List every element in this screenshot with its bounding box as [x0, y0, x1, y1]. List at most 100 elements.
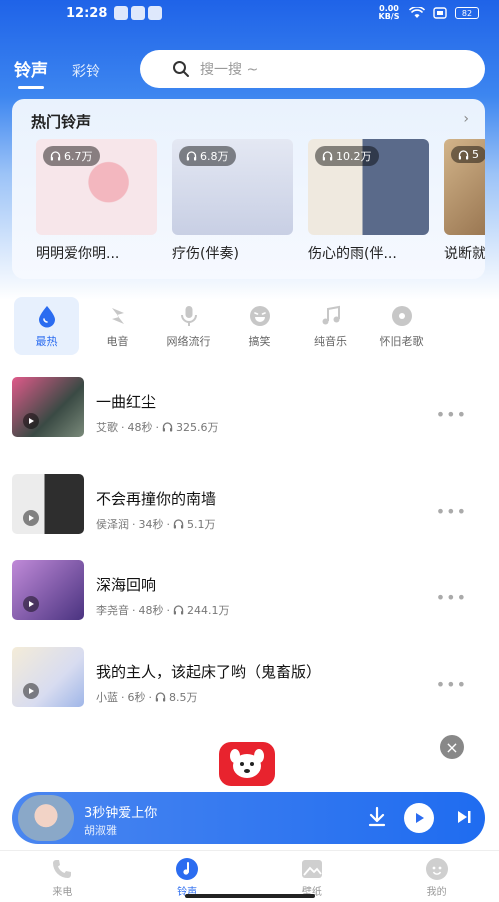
- play-button[interactable]: [404, 803, 434, 833]
- hot-ringtones-list: 6.7万 明明爱你明... 6.8万 疗伤(伴奏) 10.2万 伤心的雨(伴..…: [36, 139, 485, 263]
- ad-dog-logo-icon[interactable]: [219, 742, 275, 786]
- nav-label: 来电: [52, 887, 73, 898]
- play-icon[interactable]: [23, 510, 39, 526]
- play-count-badge: 5: [451, 146, 485, 163]
- song-duration: 48秒: [127, 421, 153, 434]
- status-notification-icons: [114, 6, 162, 20]
- play-icon: [416, 813, 424, 823]
- tab-color-ring[interactable]: 彩铃: [72, 61, 100, 81]
- headphone-icon: [50, 151, 61, 161]
- song-row[interactable]: 深海回响 李尧音 · 48秒 · 244.1万 •••: [0, 560, 499, 622]
- mini-player[interactable]: 3秒钟爱上你 胡淑雅: [12, 792, 485, 844]
- song-meta: 小蓝 · 6秒 · 8.5万: [96, 690, 198, 705]
- hot-ringtone-name: 说断就: [444, 246, 485, 262]
- song-plays: 325.6万: [176, 421, 219, 434]
- laugh-face-icon: [249, 305, 270, 326]
- download-icon[interactable]: [367, 806, 387, 828]
- status-bar: 12:28 0.00 KB/S 82: [0, 0, 499, 30]
- song-artist: 李尧音: [96, 604, 129, 617]
- hot-ringtone-cover: 5: [444, 139, 485, 235]
- top-tabs: 铃声 彩铃: [14, 56, 100, 89]
- hot-ringtone-name: 伤心的雨(伴...: [308, 246, 397, 262]
- play-icon[interactable]: [23, 683, 39, 699]
- song-title: 深海回响: [96, 576, 157, 594]
- headphone-icon: [162, 422, 173, 432]
- wifi-icon: [409, 7, 425, 18]
- song-plays: 8.5万: [169, 691, 198, 704]
- category-hot[interactable]: 最热: [14, 297, 79, 355]
- headphone-icon: [173, 605, 184, 615]
- play-count-badge: 6.8万: [179, 146, 236, 166]
- hot-ringtone-cover: 6.7万: [36, 139, 157, 235]
- search-placeholder: 搜一搜 ~: [200, 62, 259, 78]
- category-label: 搞笑: [248, 334, 271, 348]
- nav-label: 我的: [426, 887, 447, 898]
- song-artist: 侯泽润: [96, 518, 129, 531]
- sim-icon: [433, 7, 447, 19]
- category-label: 网络流行: [166, 334, 211, 348]
- category-funny[interactable]: 搞笑: [227, 297, 292, 355]
- song-meta: 艾歌 · 48秒 · 325.6万: [96, 420, 219, 435]
- chevron-right-icon[interactable]: ›: [463, 111, 469, 127]
- category-internet-pop[interactable]: 网络流行: [156, 297, 221, 355]
- nav-incoming-call[interactable]: 来电: [0, 851, 125, 902]
- battery-icon: 82: [455, 7, 479, 19]
- hot-ringtones-title: 热门铃声: [31, 113, 92, 131]
- search-input[interactable]: 搜一搜 ~: [140, 50, 485, 88]
- hot-ringtone-cover: 10.2万: [308, 139, 429, 235]
- play-count: 5: [472, 148, 479, 161]
- category-label: 电音: [106, 334, 129, 348]
- category-pure-music[interactable]: 纯音乐: [298, 297, 363, 355]
- vinyl-disc-icon: [391, 305, 412, 326]
- drop-icon: [38, 305, 55, 327]
- hot-ringtone-name: 疗伤(伴奏): [172, 246, 239, 262]
- skip-next-icon[interactable]: [455, 808, 473, 826]
- song-row[interactable]: 不会再撞你的南墙 侯泽润 · 34秒 · 5.1万 •••: [0, 474, 499, 536]
- song-row[interactable]: 我的主人，该起床了哟（鬼畜版） 小蓝 · 6秒 · 8.5万 •••: [0, 647, 499, 709]
- headphone-icon: [173, 519, 184, 529]
- hot-ringtones-card: 热门铃声 › 6.7万 明明爱你明... 6.8万 疗伤(伴奏) 10.2万 伤…: [12, 99, 485, 279]
- song-row[interactable]: 一曲红尘 艾歌 · 48秒 · 325.6万 •••: [0, 377, 499, 439]
- play-count: 10.2万: [336, 150, 372, 163]
- more-options-icon[interactable]: •••: [436, 502, 467, 521]
- net-speed: 0.00 KB/S: [378, 4, 400, 21]
- status-right: 0.00 KB/S 82: [377, 5, 479, 21]
- song-meta: 侯泽润 · 34秒 · 5.1万: [96, 517, 216, 532]
- song-title: 我的主人，该起床了哟（鬼畜版）: [96, 663, 322, 681]
- nav-profile[interactable]: 我的: [374, 851, 499, 902]
- song-title: 不会再撞你的南墙: [96, 490, 217, 508]
- more-options-icon[interactable]: •••: [436, 675, 467, 694]
- headphone-icon: [186, 151, 197, 161]
- hot-ringtone-item[interactable]: 5 说断就: [444, 139, 485, 263]
- category-electronic[interactable]: 电音: [85, 297, 150, 355]
- song-artist: 艾歌: [96, 421, 118, 434]
- more-options-icon[interactable]: •••: [436, 405, 467, 424]
- song-cover: [12, 377, 84, 437]
- song-duration: 48秒: [138, 604, 164, 617]
- hot-ringtone-item[interactable]: 10.2万 伤心的雨(伴...: [308, 139, 429, 263]
- player-artist: 胡淑雅: [84, 824, 117, 837]
- play-icon[interactable]: [23, 596, 39, 612]
- home-indicator[interactable]: [185, 894, 315, 898]
- song-cover: [12, 474, 84, 534]
- player-song-title: 3秒钟爱上你: [84, 806, 158, 821]
- category-label: 最热: [35, 334, 58, 348]
- category-oldies[interactable]: 怀旧老歌: [369, 297, 434, 355]
- category-label: 怀旧老歌: [379, 334, 424, 348]
- play-icon[interactable]: [23, 413, 39, 429]
- tab-ringtone[interactable]: 铃声: [14, 56, 48, 89]
- lightning-icon: [111, 307, 124, 324]
- headphone-icon: [322, 151, 333, 161]
- category-label: 纯音乐: [314, 334, 347, 348]
- song-plays: 5.1万: [187, 518, 216, 531]
- song-meta: 李尧音 · 48秒 · 244.1万: [96, 603, 230, 618]
- more-options-icon[interactable]: •••: [436, 588, 467, 607]
- song-plays: 244.1万: [187, 604, 230, 617]
- close-ad-button[interactable]: ×: [440, 735, 464, 759]
- music-note-icon: [176, 858, 199, 880]
- play-count-badge: 10.2万: [315, 146, 379, 166]
- hot-ringtone-item[interactable]: 6.8万 疗伤(伴奏): [172, 139, 293, 263]
- play-count: 6.8万: [200, 150, 229, 163]
- song-cover: [12, 560, 84, 620]
- hot-ringtone-item[interactable]: 6.7万 明明爱你明...: [36, 139, 157, 263]
